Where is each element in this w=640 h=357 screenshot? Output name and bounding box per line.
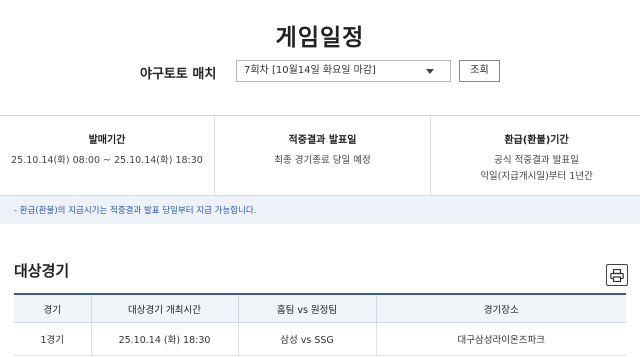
printer-icon — [610, 268, 624, 282]
refund-period-column: 환급(환불)기간 공식 적중결과 발표일 익일(지급개시일)부터 1년간 — [430, 116, 640, 195]
result-date-value: 최종 경기종료 당일 예정 — [274, 155, 371, 166]
page-title: 게임일정 — [275, 25, 365, 51]
stadium-cell: 대구삼성라이온즈파크 — [375, 322, 626, 356]
sale-info-box: 발매기간 25.10.14(화) 08:00 ~ 25.10.14(화) 18:… — [0, 115, 640, 196]
column-header-stadium: 경기장소 — [375, 294, 626, 323]
games-table-header: 경기 대상경기 개최시간 홈팀 vs 원정팀 경기장소 — [14, 294, 626, 323]
round-selector-row: 야구토토 매치 7회차 [10월14일 화요일 마감] 조회 — [0, 60, 640, 84]
query-button[interactable]: 조회 — [459, 60, 500, 82]
sale-period-value: 25.10.14(화) 08:00 ~ 25.10.14(화) 18:30 — [11, 155, 203, 166]
refund-period-line-1: 공식 적중결과 발표일 — [494, 155, 579, 166]
start-time-cell: 25.10.14 (화) 18:30 — [90, 322, 238, 356]
print-button[interactable] — [606, 264, 628, 286]
result-date-heading: 적중결과 발표일 — [288, 135, 357, 146]
round-selector-label: 야구토토 매치 — [140, 67, 217, 82]
column-header-game: 경기 — [14, 294, 91, 323]
column-header-teams: 홈팀 vs 원정팀 — [237, 294, 376, 323]
result-date-column: 적중결과 발표일 최종 경기종료 당일 예정 — [214, 116, 430, 195]
refund-period-line-2: 익일(지급개시일)부터 1년간 — [480, 171, 593, 182]
round-select-value: 7회차 [10월14일 화요일 마감] — [244, 65, 376, 76]
round-select-dropdown[interactable]: 7회차 [10월14일 화요일 마감] — [236, 60, 451, 82]
refund-period-heading: 환급(환불)기간 — [504, 135, 569, 146]
games-section-title: 대상경기 — [14, 262, 70, 280]
game-number-cell: 1경기 — [14, 322, 91, 356]
column-header-start-time: 대상경기 개최시간 — [90, 294, 238, 323]
refund-notice: - 환급(환불)의 지급시기는 적중결과 발표 당일부터 지급 가능합니다. — [0, 196, 640, 224]
chevron-down-icon — [426, 69, 434, 74]
teams-cell: 삼성 vs SSG — [237, 322, 376, 356]
sale-period-heading: 발매기간 — [88, 135, 126, 146]
table-row: 1경기 25.10.14 (화) 18:30 삼성 vs SSG 대구삼성라이온… — [14, 322, 626, 356]
sale-period-column: 발매기간 25.10.14(화) 08:00 ~ 25.10.14(화) 18:… — [0, 116, 214, 195]
games-table: 경기 대상경기 개최시간 홈팀 vs 원정팀 경기장소 1경기 25.10.14… — [14, 293, 626, 356]
